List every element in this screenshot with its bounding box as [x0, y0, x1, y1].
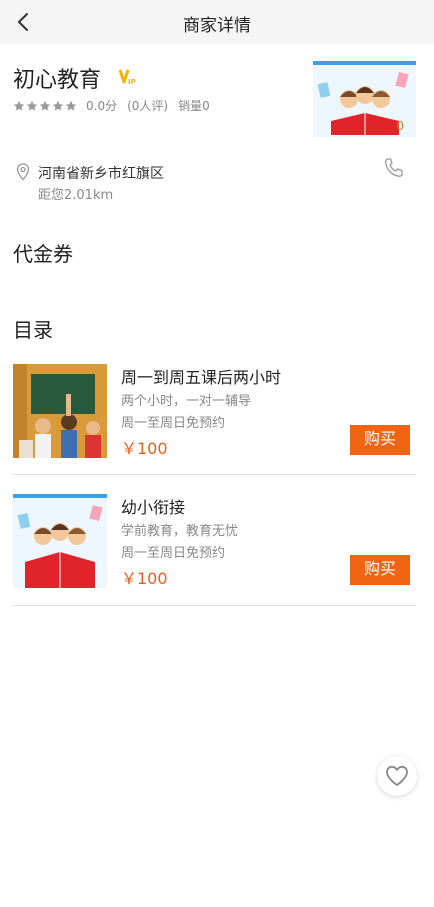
vip-badge-icon: IP	[118, 69, 136, 86]
shop-address[interactable]: 河南省新乡市红旗区	[38, 163, 164, 183]
product-thumbnail	[13, 494, 107, 588]
buy-button[interactable]: 购买	[350, 555, 410, 585]
product-name: 幼小衔接	[121, 498, 186, 517]
product-desc: 学前教育，教育无忧	[121, 524, 239, 539]
divider	[13, 605, 416, 606]
star-icon	[65, 100, 77, 111]
sales-count: 销量0	[178, 99, 210, 113]
divider	[13, 474, 416, 475]
star-icon	[13, 100, 25, 111]
product-item[interactable]: 周一到周五课后两小时 两个小时，一对一辅导 周一至周日免预约 ￥100 购买	[13, 364, 416, 474]
star-icon	[26, 100, 38, 111]
product-thumbnail	[13, 364, 107, 458]
vouchers-heading: 代金券	[13, 242, 73, 266]
catalog-heading: 目录	[13, 318, 53, 342]
product-price: ￥100	[121, 569, 168, 588]
product-item[interactable]: 幼小衔接 学前教育，教育无忧 周一至周日免预约 ￥100 购买	[13, 494, 416, 604]
shop-name: 初心教育	[13, 68, 102, 93]
cover-count: 0	[396, 119, 404, 133]
rating-score: 0.0分	[86, 99, 118, 113]
product-name: 周一到周五课后两小时	[121, 368, 282, 387]
nav-bar: 商家详情	[0, 0, 434, 44]
buy-button[interactable]: 购买	[350, 425, 410, 455]
product-price: ￥100	[121, 439, 168, 458]
star-icon	[52, 100, 64, 111]
shop-cover-image[interactable]: 0	[313, 61, 416, 137]
product-desc: 两个小时，一对一辅导	[121, 394, 252, 409]
favorite-button[interactable]	[377, 756, 417, 796]
page-title: 商家详情	[183, 16, 251, 36]
product-time: 周一至周日免预约	[121, 416, 226, 431]
rating-row: 0.0分 (0人评) 销量0	[13, 97, 220, 114]
product-time: 周一至周日免预约	[121, 546, 226, 561]
heart-outline-icon	[386, 765, 408, 786]
svg-text:IP: IP	[128, 78, 136, 86]
phone-icon[interactable]	[382, 156, 406, 180]
location-pin-icon	[16, 163, 30, 181]
rating-stars	[13, 100, 78, 112]
star-icon	[39, 100, 51, 111]
shop-distance: 距您2.01km	[38, 188, 114, 203]
review-count: (0人评)	[127, 99, 169, 113]
